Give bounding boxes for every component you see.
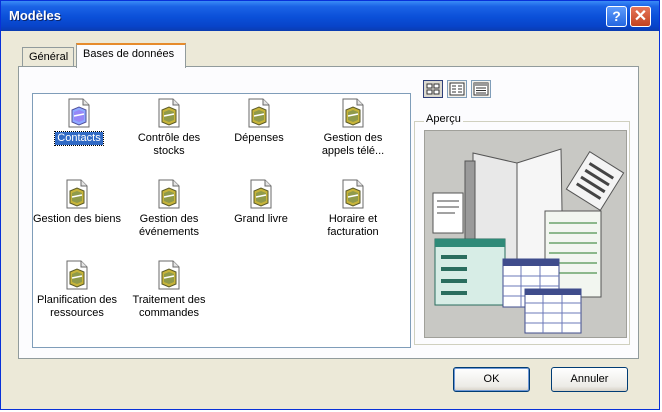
template-label: Gestion des appels télé... xyxy=(321,132,385,157)
database-template-icon xyxy=(68,98,90,128)
template-label: Horaire et facturation xyxy=(327,213,379,238)
database-template-icon xyxy=(66,179,88,209)
template-label: Contacts xyxy=(54,131,104,146)
template-label: Dépenses xyxy=(234,132,284,144)
list-view-button[interactable] xyxy=(447,80,467,98)
large-icons-view-icon xyxy=(426,83,440,95)
template-item-depenses[interactable]: Dépenses xyxy=(212,98,306,145)
preview-image xyxy=(424,130,627,338)
window-title: Modèles xyxy=(9,8,62,23)
cancel-button[interactable]: Annuler xyxy=(551,367,628,392)
database-template-icon xyxy=(342,179,364,209)
template-item-gestion-biens[interactable]: Gestion des biens xyxy=(30,179,124,226)
template-item-gestion-evenements[interactable]: Gestion des événements xyxy=(122,179,216,239)
list-view-icon xyxy=(449,82,465,96)
large-icons-view-button[interactable] xyxy=(423,80,443,98)
template-label: Gestion des biens xyxy=(32,213,122,225)
template-label: Traitement des commandes xyxy=(132,294,206,319)
preview-label: Aperçu xyxy=(424,113,463,125)
template-item-grand-livre[interactable]: Grand livre xyxy=(214,179,308,226)
template-label: Contrôle des stocks xyxy=(137,132,201,157)
details-view-button[interactable] xyxy=(471,80,491,98)
template-item-planification-ressources[interactable]: Planification des ressources xyxy=(30,260,124,320)
database-template-icon xyxy=(158,179,180,209)
database-template-icon xyxy=(250,179,272,209)
help-button[interactable]: ? xyxy=(606,6,627,27)
template-item-gestion-appels[interactable]: Gestion des appels télé... xyxy=(306,98,400,158)
template-label: Planification des ressources xyxy=(36,294,118,319)
title-bar[interactable]: Modèles ? ✕ xyxy=(1,1,659,31)
database-template-icon xyxy=(158,98,180,128)
template-item-horaire-facturation[interactable]: Horaire et facturation xyxy=(306,179,400,239)
template-item-controle-stocks[interactable]: Contrôle des stocks xyxy=(122,98,216,158)
database-template-icon xyxy=(248,98,270,128)
template-item-traitement-commandes[interactable]: Traitement des commandes xyxy=(122,260,216,320)
template-item-contacts[interactable]: Contacts xyxy=(32,98,126,146)
close-button[interactable]: ✕ xyxy=(630,6,651,27)
tab-databases[interactable]: Bases de données xyxy=(76,43,186,68)
details-view-icon xyxy=(473,82,489,96)
database-preview-illustration xyxy=(432,148,625,334)
database-template-icon xyxy=(66,260,88,290)
tab-general[interactable]: Général xyxy=(22,47,74,67)
template-label: Gestion des événements xyxy=(139,213,199,238)
ok-button[interactable]: OK xyxy=(453,367,530,392)
database-template-icon xyxy=(342,98,364,128)
template-label: Grand livre xyxy=(234,213,288,225)
database-template-icon xyxy=(158,260,180,290)
